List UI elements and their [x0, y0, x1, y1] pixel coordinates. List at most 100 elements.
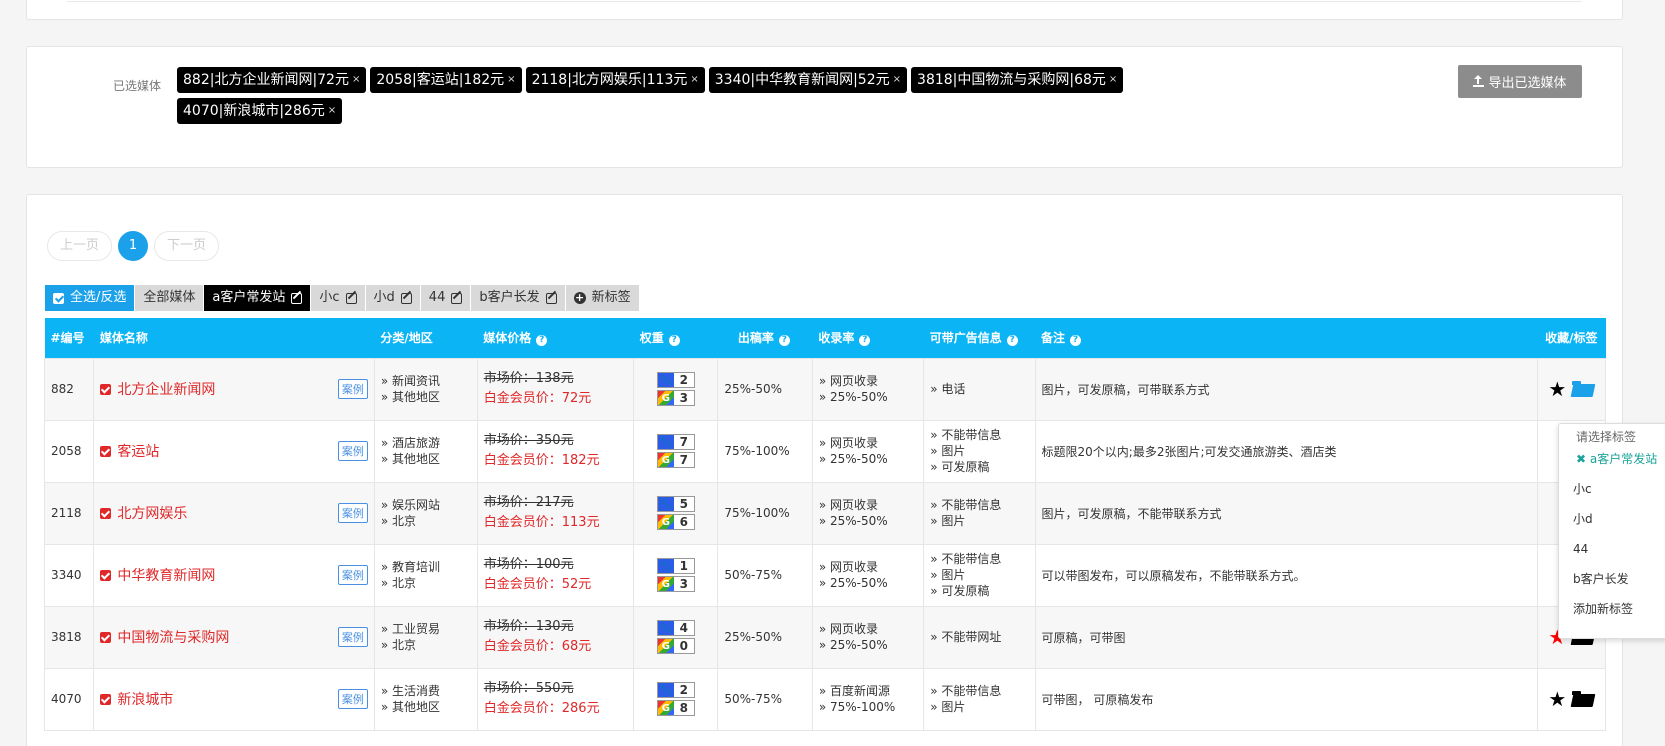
dropdown-item-selected[interactable]: ✖ a客户常发站	[1559, 444, 1665, 474]
tag-tab[interactable]: 44	[420, 285, 472, 311]
help-icon[interactable]: ?	[536, 335, 548, 347]
tag-tab[interactable]: 小c	[311, 285, 366, 311]
cell-index: 百度新闻源75%-100%	[811, 667, 925, 731]
close-icon[interactable]: ×	[893, 67, 901, 93]
media-name-link[interactable]: 客运站	[117, 441, 159, 461]
case-button[interactable]: 案例	[337, 441, 368, 461]
edit-icon[interactable]	[400, 292, 412, 304]
help-icon[interactable]: ?	[1006, 335, 1018, 347]
category-item: 北京	[381, 513, 471, 529]
tag-tab[interactable]: a客户常发站	[204, 285, 312, 311]
cell-rate: 75%-100%	[717, 481, 813, 545]
column-header: 收录率?	[812, 318, 924, 358]
tab-label: 全部媒体	[143, 290, 196, 305]
tag-tab[interactable]: b客户长发	[471, 285, 566, 311]
dropdown-item[interactable]: 添加新标签	[1559, 594, 1665, 624]
selected-tag[interactable]: 2058|客运站|182元 ×	[370, 67, 522, 93]
case-button[interactable]: 案例	[337, 379, 368, 399]
media-name-link[interactable]: 北方网娱乐	[117, 503, 187, 523]
selected-tag[interactable]: 3340|中华教育新闻网|52元 ×	[708, 67, 908, 93]
dropdown-item[interactable]: b客户长发	[1559, 564, 1665, 594]
checkbox-checked-icon[interactable]	[100, 507, 112, 519]
google-weight-value: 0	[673, 639, 694, 653]
dropdown-item[interactable]: 小c	[1559, 474, 1665, 504]
checkbox-checked-icon[interactable]	[100, 445, 112, 457]
cell-index: 网页收录25%-50%	[811, 357, 925, 421]
new-tag-button[interactable]: + 新标签	[565, 285, 640, 311]
cell-price: 市场价：350元 白金会员价：182元	[476, 419, 635, 483]
column-header: 分类/地区	[374, 318, 478, 358]
cell-rate: 50%-75%	[717, 543, 813, 607]
selected-media-label: 已选媒体	[113, 79, 162, 93]
export-selected-button[interactable]: 导出已选媒体	[1458, 65, 1582, 98]
column-header-label: 可带广告信息	[929, 331, 1002, 346]
edit-icon[interactable]	[291, 292, 303, 304]
star-icon[interactable]: ★	[1548, 379, 1566, 399]
ads-item: 图片	[930, 443, 1028, 459]
next-page-button[interactable]: 下一页	[154, 231, 220, 261]
cell-price: 市场价：130元 白金会员价：68元	[476, 605, 635, 669]
tag-tab[interactable]: 小d	[365, 285, 421, 311]
baidu-weight: 🐾 1	[656, 558, 695, 574]
weight-badges: 🐾 7 G 7	[640, 434, 711, 468]
checkbox-checked-icon[interactable]	[100, 631, 112, 643]
column-header: #编号	[44, 318, 94, 358]
tab-all-media[interactable]: 全部媒体	[135, 285, 205, 311]
case-button[interactable]: 案例	[337, 627, 368, 647]
case-button[interactable]: 案例	[337, 689, 368, 709]
ads-item: 不能带信息	[930, 683, 1028, 699]
star-icon[interactable]: ★	[1548, 689, 1566, 709]
tab-label: a客户常发站	[212, 290, 286, 305]
close-icon[interactable]: ×	[328, 98, 336, 124]
dropdown-item[interactable]: 44	[1559, 534, 1665, 564]
table-row: 4070 新浪城市 案例生活消费其他地区市场价：550元白金会员价：286元 🐾2 G8…	[43, 667, 1607, 731]
selected-tag[interactable]: 4070|新浪城市|286元 ×	[177, 98, 343, 124]
close-icon[interactable]: ×	[1109, 67, 1117, 93]
close-icon[interactable]: ×	[507, 67, 515, 93]
close-icon[interactable]: ×	[352, 67, 360, 93]
media-name-link[interactable]: 新浪城市	[117, 689, 173, 709]
media-name-link[interactable]: 中国物流与采购网	[117, 627, 229, 647]
checkbox-checked-icon[interactable]	[100, 569, 112, 581]
media-name-link[interactable]: 北方企业新闻网	[117, 379, 215, 399]
help-icon[interactable]: ?	[778, 335, 790, 347]
help-icon[interactable]: ?	[1070, 335, 1082, 347]
dropdown-header: 请选择标签	[1576, 430, 1637, 444]
select-all-toggle[interactable]: 全选/反选	[45, 285, 136, 311]
folder-open-icon[interactable]	[1572, 381, 1594, 397]
media-name: 北方网娱乐 案例	[100, 503, 368, 523]
index-item: 网页收录	[819, 435, 917, 451]
index-item: 网页收录	[819, 559, 917, 575]
dropdown-item[interactable]: 小d	[1559, 504, 1665, 534]
cell-id: 3340	[43, 543, 95, 607]
selected-tag[interactable]: 882|北方企业新闻网|72元 ×	[177, 67, 367, 93]
cell-category: 酒店旅游其他地区	[373, 419, 478, 483]
case-button[interactable]: 案例	[337, 565, 368, 585]
page-1-button[interactable]: 1	[118, 231, 149, 261]
edit-icon[interactable]	[545, 292, 557, 304]
edit-icon[interactable]	[451, 292, 463, 304]
selected-tag[interactable]: 3818|中国物流与采购网|68元 ×	[911, 67, 1124, 93]
baidu-icon: 🐾	[657, 683, 674, 697]
prev-page-button[interactable]: 上一页	[47, 231, 113, 261]
weight-badges: 🐾 5 G 6	[640, 496, 711, 530]
checkbox-checked-icon[interactable]	[100, 383, 112, 395]
help-icon[interactable]: ?	[859, 335, 871, 347]
column-header: 备注?	[1035, 318, 1538, 358]
folder-open-icon[interactable]	[1572, 691, 1594, 707]
cell-rate: 75%-100%	[717, 419, 813, 483]
cell-index: 网页收录25%-50%	[811, 605, 925, 669]
media-name-link[interactable]: 中华教育新闻网	[117, 565, 215, 585]
category-item: 娱乐网站	[381, 497, 471, 513]
close-icon[interactable]: ×	[690, 67, 698, 93]
edit-icon[interactable]	[345, 292, 357, 304]
tab-label: b客户长发	[479, 290, 540, 305]
cell-note: 可原稿，可带图	[1034, 605, 1538, 669]
google-icon: G	[657, 515, 674, 529]
case-button[interactable]: 案例	[337, 503, 368, 523]
selected-tag[interactable]: 2118|北方网娱乐|113元 ×	[525, 67, 705, 93]
baidu-icon: 🐾	[657, 373, 674, 387]
top-card	[26, 0, 1623, 20]
checkbox-checked-icon[interactable]	[100, 693, 112, 705]
help-icon[interactable]: ?	[668, 335, 680, 347]
